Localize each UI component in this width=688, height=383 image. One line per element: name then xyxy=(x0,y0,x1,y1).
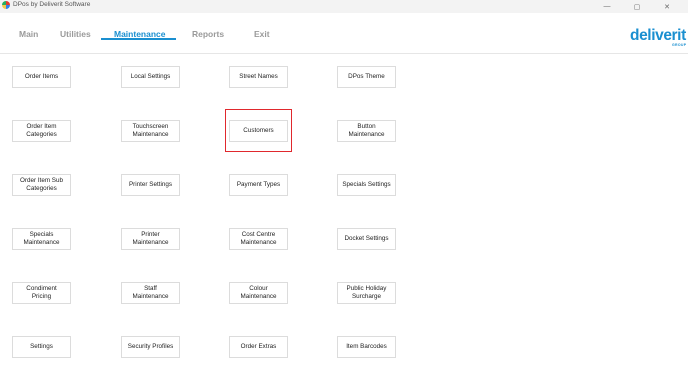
item-barcodes-button[interactable]: Item Barcodes xyxy=(337,336,396,358)
tab-reports[interactable]: Reports xyxy=(192,29,224,39)
staff-maintenance-label-line1: Staff xyxy=(144,285,157,293)
order-items-button[interactable]: Order Items xyxy=(12,66,71,88)
payment-types-button[interactable]: Payment Types xyxy=(229,174,288,196)
tab-utilities[interactable]: Utilities xyxy=(60,29,91,39)
tab-exit[interactable]: Exit xyxy=(254,29,270,39)
button-maintenance-label-line1: Button xyxy=(357,123,376,131)
specials-maintenance-label-line2: Maintenance xyxy=(23,239,60,246)
settings-label: Settings xyxy=(30,343,53,351)
cost-centre-maintenance-label-line2: Maintenance xyxy=(240,239,277,246)
local-settings-button[interactable]: Local Settings xyxy=(121,66,180,88)
cost-centre-maintenance-label-line1: Cost Centre xyxy=(241,231,276,239)
app-logo-icon xyxy=(2,1,10,9)
street-names-button[interactable]: Street Names xyxy=(229,66,288,88)
title-bar: DPos by Deliverit Software — ▢ ✕ xyxy=(0,0,688,13)
condiment-pricing-label-line2: Pricing xyxy=(31,293,52,300)
local-settings-label: Local Settings xyxy=(130,73,171,81)
touchscreen-maintenance-label-line2: Maintenance xyxy=(132,131,169,138)
security-profiles-button[interactable]: Security Profiles xyxy=(121,336,180,358)
touchscreen-maintenance-label-line1: Touchscreen xyxy=(132,123,169,131)
docket-settings-button[interactable]: Docket Settings xyxy=(337,228,396,250)
tab-main[interactable]: Main xyxy=(19,29,38,39)
staff-maintenance-button[interactable]: Staff Maintenance xyxy=(121,282,180,304)
printer-maintenance-label-line1: Printer xyxy=(141,231,160,239)
order-item-sub-categories-button[interactable]: Order Item Sub Categories xyxy=(12,174,71,196)
security-profiles-label: Security Profiles xyxy=(127,343,174,351)
colour-maintenance-label-line2: Maintenance xyxy=(240,293,277,300)
order-extras-label: Order Extras xyxy=(240,343,277,351)
maximize-button[interactable]: ▢ xyxy=(622,0,652,13)
colour-maintenance-label-line1: Colour xyxy=(249,285,268,293)
order-item-categories-label-line2: Categories xyxy=(26,131,57,138)
minimize-button[interactable]: — xyxy=(592,0,622,13)
public-holiday-surcharge-button[interactable]: Public Holiday Surcharge xyxy=(337,282,396,304)
order-item-sub-categories-label-line1: Order Item Sub xyxy=(19,177,64,185)
dpos-theme-button[interactable]: DPos Theme xyxy=(337,66,396,88)
menu-bar: Main Utilities Maintenance Reports Exit xyxy=(0,13,688,53)
staff-maintenance-label-line2: Maintenance xyxy=(132,293,169,300)
colour-maintenance-button[interactable]: Colour Maintenance xyxy=(229,282,288,304)
printer-settings-label: Printer Settings xyxy=(128,181,173,189)
order-item-sub-categories-label-line2: Categories xyxy=(26,185,57,192)
menu-divider xyxy=(0,53,688,54)
order-items-label: Order Items xyxy=(24,73,59,81)
public-holiday-surcharge-label-line2: Surcharge xyxy=(351,293,382,300)
button-maintenance-button[interactable]: Button Maintenance xyxy=(337,120,396,142)
specials-maintenance-button[interactable]: Specials Maintenance xyxy=(12,228,71,250)
printer-maintenance-button[interactable]: Printer Maintenance xyxy=(121,228,180,250)
public-holiday-surcharge-label-line1: Public Holiday xyxy=(346,285,387,293)
specials-settings-label: Specials Settings xyxy=(342,181,391,189)
settings-button[interactable]: Settings xyxy=(12,336,71,358)
touchscreen-maintenance-button[interactable]: Touchscreen Maintenance xyxy=(121,120,180,142)
printer-settings-button[interactable]: Printer Settings xyxy=(121,174,180,196)
active-tab-indicator xyxy=(101,38,176,40)
close-button[interactable]: ✕ xyxy=(652,0,682,13)
item-barcodes-label: Item Barcodes xyxy=(346,343,387,351)
dpos-theme-label: DPos Theme xyxy=(348,73,385,81)
specials-settings-button[interactable]: Specials Settings xyxy=(337,174,396,196)
printer-maintenance-label-line2: Maintenance xyxy=(132,239,169,246)
condiment-pricing-button[interactable]: Condiment Pricing xyxy=(12,282,71,304)
payment-types-label: Payment Types xyxy=(236,181,281,189)
cost-centre-maintenance-button[interactable]: Cost Centre Maintenance xyxy=(229,228,288,250)
order-extras-button[interactable]: Order Extras xyxy=(229,336,288,358)
specials-maintenance-label-line1: Specials xyxy=(29,231,54,239)
button-maintenance-label-line2: Maintenance xyxy=(348,131,385,138)
order-item-categories-button[interactable]: Order Item Categories xyxy=(12,120,71,142)
condiment-pricing-label-line1: Condiment xyxy=(26,285,57,293)
customers-label: Customers xyxy=(243,127,274,135)
order-item-categories-label-line1: Order Item xyxy=(26,123,57,131)
docket-settings-label: Docket Settings xyxy=(344,235,389,243)
deliverit-logo-subtext: GROUP xyxy=(672,43,687,47)
street-names-label: Street Names xyxy=(239,73,278,81)
customers-button[interactable]: Customers xyxy=(229,120,288,142)
window-title: DPos by Deliverit Software xyxy=(13,1,91,8)
